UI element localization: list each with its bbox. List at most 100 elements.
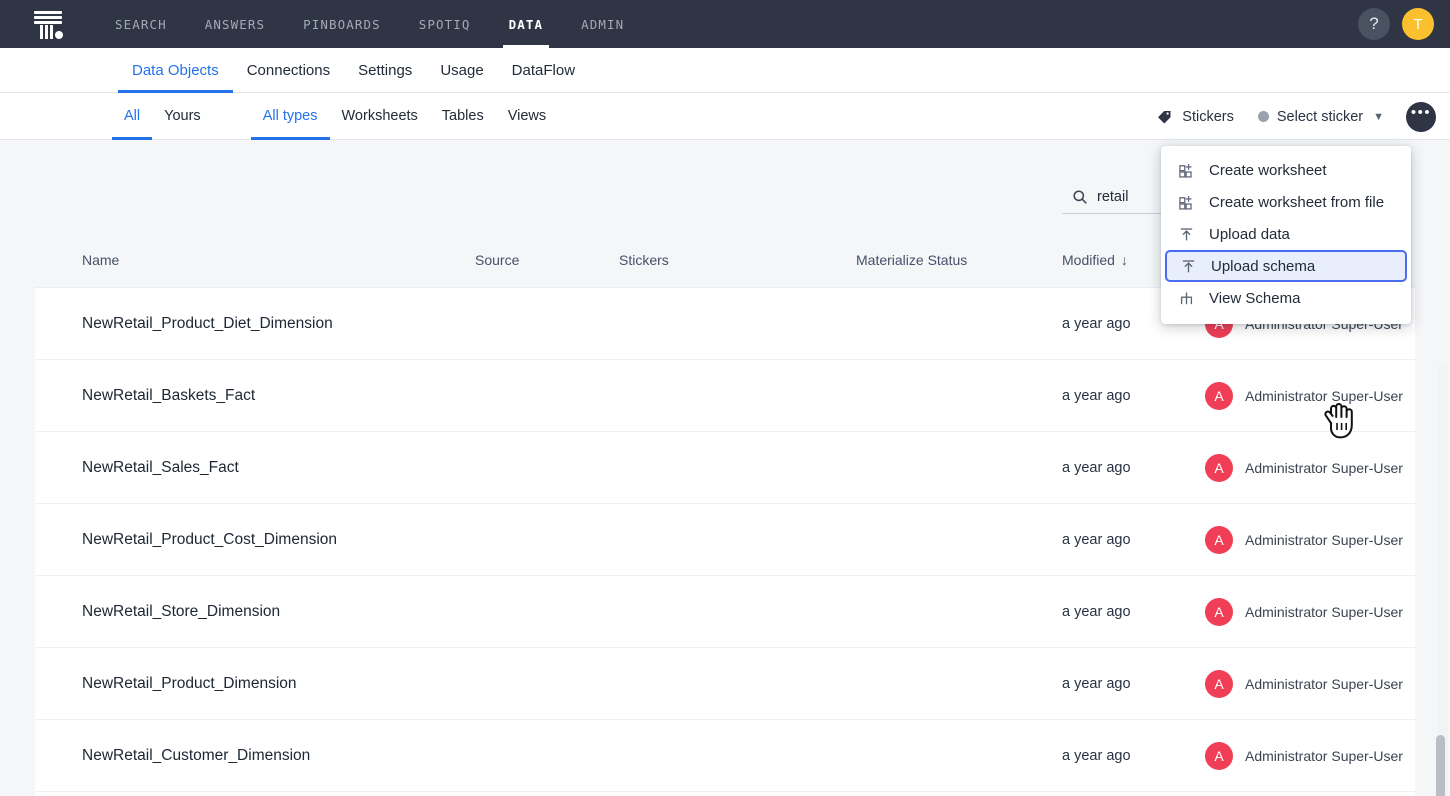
- sort-descending-icon: ↓: [1121, 252, 1128, 268]
- author-avatar-initial: A: [1214, 388, 1223, 404]
- top-nav-data[interactable]: DATA: [490, 0, 563, 48]
- user-avatar[interactable]: T: [1402, 8, 1434, 40]
- content-area: Name Source Stickers Materialize Status …: [0, 140, 1450, 796]
- row-modified: a year ago: [1062, 676, 1131, 692]
- row-name: NewRetail_Product_Dimension: [82, 675, 297, 693]
- author-avatar-initial: A: [1214, 676, 1223, 692]
- row-modified: a year ago: [1062, 388, 1131, 404]
- select-sticker-dropdown[interactable]: Select sticker ▼: [1246, 93, 1396, 140]
- top-nav-answers[interactable]: ANSWERS: [186, 0, 284, 48]
- top-navigation-bar: SEARCH ANSWERS PINBOARDS SPOTIQ DATA ADM…: [0, 0, 1450, 48]
- top-nav-search[interactable]: SEARCH: [96, 0, 186, 48]
- author-name: Administrator Super-User: [1245, 676, 1403, 692]
- row-name: NewRetail_Sales_Fact: [82, 459, 239, 477]
- author-avatar: A: [1205, 598, 1233, 626]
- menu-item-view-schema[interactable]: View Schema: [1161, 282, 1411, 314]
- top-nav-spotiq-label: SPOTIQ: [419, 17, 471, 32]
- author-avatar: A: [1205, 670, 1233, 698]
- tab-connections[interactable]: Connections: [233, 48, 344, 93]
- row-author: A Administrator Super-User: [1205, 454, 1403, 482]
- row-name: NewRetail_Store_Dimension: [82, 603, 280, 621]
- app-window: SEARCH ANSWERS PINBOARDS SPOTIQ DATA ADM…: [0, 0, 1450, 796]
- schema-icon: [1178, 290, 1195, 307]
- filter-yours[interactable]: Yours: [152, 93, 213, 140]
- top-nav-answers-label: ANSWERS: [205, 17, 265, 32]
- row-author: A Administrator Super-User: [1205, 526, 1403, 554]
- create-actions-menu: Create worksheet Create worksheet from f…: [1161, 146, 1411, 324]
- thoughtspot-logo[interactable]: [0, 0, 96, 48]
- column-header-source[interactable]: Source: [475, 252, 519, 268]
- row-name: NewRetail_Product_Cost_Dimension: [82, 531, 337, 549]
- filter-worksheets-label: Worksheets: [342, 108, 418, 124]
- top-nav-pinboards[interactable]: PINBOARDS: [284, 0, 400, 48]
- filter-tables-label: Tables: [442, 108, 484, 124]
- select-sticker-label: Select sticker: [1277, 109, 1363, 125]
- more-actions-button[interactable]: •••: [1406, 102, 1436, 132]
- table-row[interactable]: NewRetail_Sales_Fact a year ago A Admini…: [35, 432, 1415, 504]
- filter-all-types[interactable]: All types: [251, 93, 330, 140]
- top-nav-spotiq[interactable]: SPOTIQ: [400, 0, 490, 48]
- upload-arrow-icon: [1178, 226, 1195, 243]
- sub-navigation-bar: Data Objects Connections Settings Usage …: [0, 48, 1450, 93]
- tag-icon: [1156, 108, 1173, 125]
- filter-views[interactable]: Views: [496, 93, 558, 140]
- data-objects-table: NewRetail_Product_Diet_Dimension a year …: [35, 287, 1415, 796]
- author-name: Administrator Super-User: [1245, 748, 1403, 764]
- author-name: Administrator Super-User: [1245, 604, 1403, 620]
- row-modified: a year ago: [1062, 316, 1131, 332]
- column-header-modified-label: Modified: [1062, 252, 1115, 268]
- tab-data-objects[interactable]: Data Objects: [118, 48, 233, 93]
- menu-item-upload-schema[interactable]: Upload schema: [1165, 250, 1407, 282]
- menu-item-create-worksheet-from-file[interactable]: Create worksheet from file: [1161, 186, 1411, 218]
- author-avatar-initial: A: [1214, 748, 1223, 764]
- top-nav-items: SEARCH ANSWERS PINBOARDS SPOTIQ DATA ADM…: [96, 0, 643, 48]
- tab-dataflow[interactable]: DataFlow: [498, 48, 589, 93]
- row-name: NewRetail_Customer_Dimension: [82, 747, 310, 765]
- row-modified: a year ago: [1062, 604, 1131, 620]
- stickers-button[interactable]: Stickers: [1144, 93, 1246, 140]
- help-icon[interactable]: ?: [1358, 8, 1390, 40]
- row-modified: a year ago: [1062, 532, 1131, 548]
- column-header-stickers[interactable]: Stickers: [619, 252, 669, 268]
- column-header-materialize-status[interactable]: Materialize Status: [856, 252, 967, 268]
- menu-item-upload-data-label: Upload data: [1209, 226, 1290, 243]
- top-nav-admin[interactable]: ADMIN: [562, 0, 643, 48]
- column-header-name[interactable]: Name: [82, 252, 119, 268]
- tab-usage-label: Usage: [440, 62, 483, 79]
- filter-bar-actions: Stickers Select sticker ▼ •••: [1144, 93, 1436, 140]
- help-icon-glyph: ?: [1369, 14, 1378, 34]
- filter-worksheets[interactable]: Worksheets: [330, 93, 430, 140]
- row-author: A Administrator Super-User: [1205, 598, 1403, 626]
- tab-usage[interactable]: Usage: [426, 48, 497, 93]
- author-name: Administrator Super-User: [1245, 532, 1403, 548]
- table-row[interactable]: NewRetail_Customer_Dimension a year ago …: [35, 720, 1415, 792]
- menu-item-create-worksheet[interactable]: Create worksheet: [1161, 154, 1411, 186]
- vertical-scrollbar-track[interactable]: [1437, 365, 1448, 796]
- author-avatar-initial: A: [1214, 604, 1223, 620]
- user-avatar-initial: T: [1413, 16, 1422, 33]
- menu-item-upload-data[interactable]: Upload data: [1161, 218, 1411, 250]
- author-avatar: A: [1205, 454, 1233, 482]
- filter-tables[interactable]: Tables: [430, 93, 496, 140]
- column-header-modified[interactable]: Modified ↓: [1062, 252, 1128, 268]
- filter-views-label: Views: [508, 108, 546, 124]
- chevron-down-icon: ▼: [1373, 111, 1384, 123]
- mouse-cursor-pointer-icon: [1322, 398, 1358, 442]
- row-modified: a year ago: [1062, 748, 1131, 764]
- sticker-color-dot-icon: [1258, 111, 1269, 122]
- menu-item-create-worksheet-from-file-label: Create worksheet from file: [1209, 194, 1384, 211]
- tab-data-objects-label: Data Objects: [132, 62, 219, 79]
- top-nav-pinboards-label: PINBOARDS: [303, 17, 381, 32]
- filter-all[interactable]: All: [112, 93, 152, 140]
- vertical-scrollbar-thumb[interactable]: [1436, 735, 1445, 796]
- table-row[interactable]: NewRetail_Product_Cost_Dimension a year …: [35, 504, 1415, 576]
- table-row[interactable]: NewRetail_Product_Dimension a year ago A…: [35, 648, 1415, 720]
- grid-plus-icon: [1178, 162, 1195, 179]
- tab-settings[interactable]: Settings: [344, 48, 426, 93]
- table-row[interactable]: NewRetail_Store_Dimension a year ago A A…: [35, 576, 1415, 648]
- filter-all-types-label: All types: [263, 108, 318, 124]
- row-name: NewRetail_Product_Diet_Dimension: [82, 315, 333, 333]
- table-row[interactable]: NewRetail_Baskets_Fact a year ago A Admi…: [35, 360, 1415, 432]
- top-nav-admin-label: ADMIN: [581, 17, 624, 32]
- tab-dataflow-label: DataFlow: [512, 62, 575, 79]
